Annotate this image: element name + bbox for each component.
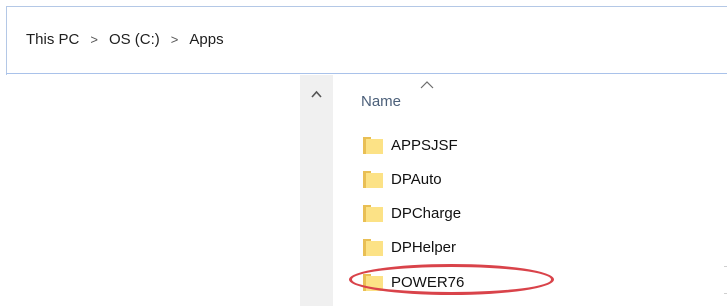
- folder-item-power76[interactable]: POWER76: [363, 269, 723, 295]
- folder-icon: [363, 274, 383, 291]
- scroll-up-button[interactable]: [300, 87, 333, 101]
- folder-item-dphelper[interactable]: DPHelper: [363, 234, 723, 260]
- breadcrumb-apps[interactable]: Apps: [189, 31, 223, 48]
- breadcrumb-chevron-icon: >: [90, 32, 98, 47]
- folder-label: APPSJSF: [391, 136, 458, 154]
- folder-item-appsjsf[interactable]: APPSJSF: [363, 132, 723, 158]
- chevron-up-icon: [311, 90, 322, 98]
- folder-icon: [363, 239, 383, 256]
- folder-label: DPHelper: [391, 238, 457, 256]
- folder-icon: [363, 171, 383, 188]
- folder-item-dpcharge[interactable]: DPCharge: [363, 200, 723, 226]
- sort-ascending-icon: [420, 81, 434, 89]
- folder-label: DPCharge: [391, 204, 462, 222]
- folder-icon: [363, 137, 383, 154]
- folder-item-dpauto[interactable]: DPAuto: [363, 166, 723, 192]
- breadcrumb-chevron-icon: >: [170, 32, 179, 47]
- breadcrumb-os-c[interactable]: OS (C:): [109, 31, 160, 48]
- folder-icon: [363, 205, 383, 222]
- folder-label: DPAuto: [391, 170, 442, 188]
- navigation-pane[interactable]: [6, 75, 300, 306]
- address-bar[interactable]: This PC > OS (C:) > Apps: [6, 6, 727, 74]
- column-header-name[interactable]: Name: [361, 93, 401, 110]
- folder-label: POWER76: [391, 273, 465, 291]
- navigation-scrollbar[interactable]: [300, 75, 333, 306]
- file-list[interactable]: Name APPSJSF DPAuto DPCharge DPHelper PO…: [333, 75, 727, 306]
- breadcrumb-this-pc[interactable]: This PC: [26, 31, 79, 48]
